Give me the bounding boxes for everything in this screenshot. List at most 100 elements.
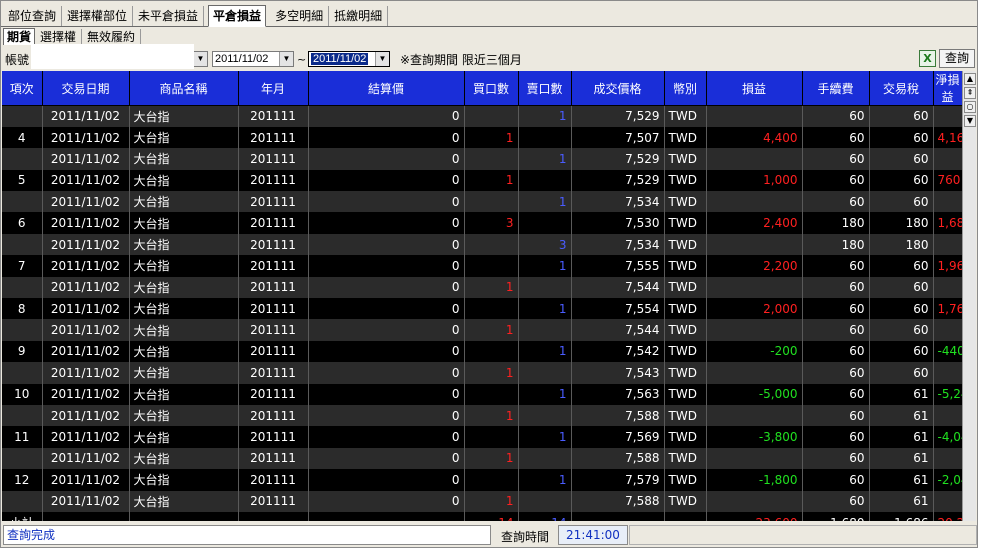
cell-buy-qty xyxy=(464,426,519,448)
tab-realized-pnl[interactable]: 平倉損益 xyxy=(208,5,267,27)
cell-pnl xyxy=(706,404,803,427)
cell-trade-price: 7,554 xyxy=(571,298,665,320)
column-header-buy-qty[interactable]: 買口數 xyxy=(464,71,519,106)
cell-trade-price: 7,555 xyxy=(571,255,665,277)
cell-fee: 60 xyxy=(802,362,870,384)
scroll-middle-icon[interactable]: ○ xyxy=(964,101,976,113)
tab-option-position[interactable]: 選擇權部位 xyxy=(62,6,134,26)
cell-trade-price: 7,534 xyxy=(571,233,665,256)
cell-net-pnl: -2,042 xyxy=(933,469,962,491)
column-header-trade-date[interactable]: 交易日期 xyxy=(42,71,130,106)
cell-year-month: 201111 xyxy=(238,383,309,405)
table-row[interactable]: 2011/11/02 大台指 201111 0 1 7,534 TWD 60 60 xyxy=(2,191,962,213)
column-header-fee[interactable]: 手續費 xyxy=(802,71,870,106)
table-row[interactable]: 8 2011/11/02 大台指 201111 0 1 7,554 TWD 2,000 60 60 1… xyxy=(2,298,962,320)
cell-buy-qty xyxy=(464,469,519,491)
cell-tax: 60 xyxy=(869,255,934,277)
status-empty-panel xyxy=(629,525,977,545)
table-row[interactable]: 2011/11/02 大台指 201111 0 3 7,534 TWD 180 180 xyxy=(2,233,962,256)
sub-tab-bar: 期貨 選擇權 無效履約 xyxy=(3,28,142,45)
table-row[interactable]: 6 2011/11/02 大台指 201111 0 3 7,530 TWD 2,400 180 18… xyxy=(2,212,962,234)
cell-currency: TWD xyxy=(664,276,707,299)
date-to-select[interactable]: 2011/11/02 ▼ xyxy=(308,51,390,67)
cell-settle-price: 0 xyxy=(308,383,465,405)
cell-trade-date: 2011/11/02 xyxy=(42,126,130,149)
column-header-tax[interactable]: 交易稅 xyxy=(869,71,934,106)
chevron-down-icon[interactable]: ▼ xyxy=(375,52,389,66)
cell-net-pnl: 1,960 xyxy=(933,255,962,277)
cell-pnl: -200 xyxy=(706,340,803,363)
cell-net-pnl: 4,160 xyxy=(933,126,962,149)
tab-collateral-detail[interactable]: 抵繳明細 xyxy=(329,6,389,26)
cell-net-pnl xyxy=(933,148,962,170)
table-row[interactable]: 4 2011/11/02 大台指 201111 0 1 7,507 TWD 4,400 60 60 4… xyxy=(2,126,962,149)
tab-unrealized-pnl[interactable]: 未平倉損益 xyxy=(133,6,205,26)
table-row[interactable]: 2011/11/02 大台指 201111 0 1 7,543 TWD 60 60 xyxy=(2,362,962,384)
cell-pnl: -5,000 xyxy=(706,383,803,405)
column-header-settle-price[interactable]: 結算價 xyxy=(308,71,465,106)
cell-item-no: 9 xyxy=(2,340,43,363)
tab-long-short-detail[interactable]: 多空明細 xyxy=(270,6,330,26)
tab-position-query[interactable]: 部位查詢 xyxy=(3,6,63,26)
vertical-scrollbar[interactable]: ▲ ⇞ ○ ▼ xyxy=(962,71,976,521)
cell-item-no xyxy=(2,233,43,256)
cell-trade-date: 2011/11/02 xyxy=(42,212,130,234)
column-header-currency[interactable]: 幣別 xyxy=(664,71,707,106)
cell-pnl xyxy=(706,233,803,256)
cell-buy-qty xyxy=(464,298,519,320)
table-row[interactable]: 2011/11/02 大台指 201111 0 1 7,544 TWD 60 60 xyxy=(2,276,962,299)
cell-tax: 61 xyxy=(869,404,934,427)
scroll-up-icon[interactable]: ▲ xyxy=(964,73,976,85)
cell-sell-qty: 1 xyxy=(518,105,572,127)
date-from-select[interactable]: 2011/11/02 ▼ xyxy=(212,51,294,67)
table-row[interactable]: 2011/11/02 大台指 201111 0 1 7,529 TWD 60 60 xyxy=(2,105,962,127)
table-row[interactable]: 11 2011/11/02 大台指 201111 0 1 7,569 TWD -3,800 60 6… xyxy=(2,426,962,448)
cell-tax: 61 xyxy=(869,490,934,512)
cell-item-no: 5 xyxy=(2,169,43,192)
column-header-trade-price[interactable]: 成交價格 xyxy=(571,71,665,106)
cell-tax: 60 xyxy=(869,362,934,384)
column-header-product-name[interactable]: 商品名稱 xyxy=(129,71,239,106)
chevron-down-icon[interactable]: ▼ xyxy=(193,52,207,66)
cell-year-month: 201111 xyxy=(238,490,309,512)
cell-year-month: 201111 xyxy=(238,148,309,170)
table-row[interactable]: 9 2011/11/02 大台指 201111 0 1 7,542 TWD -200 60 60 -4… xyxy=(2,340,962,363)
table-row[interactable]: 2011/11/02 大台指 201111 0 1 7,544 TWD 60 60 xyxy=(2,319,962,341)
cell-currency: TWD xyxy=(664,233,707,256)
chevron-down-icon[interactable]: ▼ xyxy=(279,52,293,66)
cell-currency: TWD xyxy=(664,148,707,170)
table-row[interactable]: 2011/11/02 大台指 201111 0 1 7,588 TWD 60 61 xyxy=(2,404,962,427)
table-row[interactable]: 10 2011/11/02 大台指 201111 0 1 7,563 TWD -5,000 60 6… xyxy=(2,383,962,405)
column-header-pnl[interactable]: 損益 xyxy=(706,71,803,106)
cell-product-name: 大台指 xyxy=(129,105,239,127)
cell-tax: 60 xyxy=(869,169,934,192)
table-row[interactable]: 5 2011/11/02 大台指 201111 0 1 7,529 TWD 1,000 60 60 7… xyxy=(2,169,962,192)
scroll-down-icon[interactable]: ▼ xyxy=(964,115,976,127)
table-row[interactable]: 7 2011/11/02 大台指 201111 0 1 7,555 TWD 2,200 60 60 1… xyxy=(2,255,962,277)
cell-buy-qty xyxy=(464,340,519,363)
query-button[interactable]: 查詢 xyxy=(939,49,975,68)
subtab-futures[interactable]: 期貨 xyxy=(3,28,36,45)
cell-sell-qty: 1 xyxy=(518,255,572,277)
cell-pnl xyxy=(706,319,803,341)
scroll-top-icon[interactable]: ⇞ xyxy=(964,87,976,99)
table-row[interactable]: 2011/11/02 大台指 201111 0 1 7,588 TWD 60 61 xyxy=(2,447,962,470)
cell-tax: 60 xyxy=(869,126,934,149)
cell-currency: TWD xyxy=(664,490,707,512)
subtab-options[interactable]: 選擇權 xyxy=(35,29,83,45)
column-header-sell-qty[interactable]: 賣口數 xyxy=(518,71,572,106)
table-row[interactable]: 12 2011/11/02 大台指 201111 0 1 7,579 TWD -1,800 60 6… xyxy=(2,469,962,491)
cell-trade-price: 7,588 xyxy=(571,447,665,470)
column-header-year-month[interactable]: 年月 xyxy=(238,71,309,106)
cell-product-name: 大台指 xyxy=(129,298,239,320)
cell-tax: 60 xyxy=(869,191,934,213)
table-row[interactable]: 2011/11/02 大台指 201111 0 1 7,588 TWD 60 61 xyxy=(2,490,962,512)
cell-currency: TWD xyxy=(664,298,707,320)
cell-product-name: 大台指 xyxy=(129,490,239,512)
cell-net-pnl xyxy=(933,276,962,299)
table-row[interactable]: 2011/11/02 大台指 201111 0 1 7,529 TWD 60 60 xyxy=(2,148,962,170)
column-header-net-pnl[interactable]: 淨損益 xyxy=(933,71,962,106)
subtab-invalid-exercise[interactable]: 無效履約 xyxy=(82,29,142,45)
column-header-item-no[interactable]: 項次 xyxy=(2,71,43,106)
excel-icon[interactable]: X xyxy=(919,50,936,67)
